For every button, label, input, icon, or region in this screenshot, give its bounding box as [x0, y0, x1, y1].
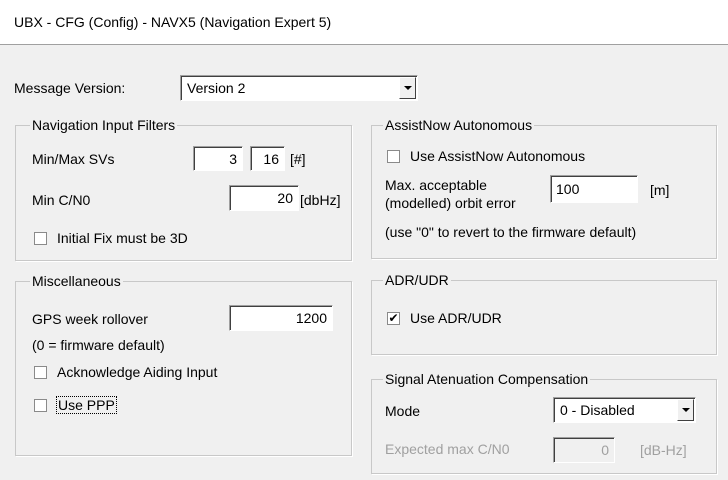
message-version-dropdown-button[interactable]	[399, 77, 416, 99]
use-ppp-label: Use PPP	[56, 396, 117, 414]
message-version-label: Message Version:	[14, 80, 126, 96]
min-cno-label: Min C/N0	[32, 192, 91, 208]
orbit-error-input[interactable]	[550, 175, 638, 203]
ack-aiding-checkbox[interactable]: Acknowledge Aiding Input	[34, 364, 217, 380]
expected-max-cno-input[interactable]	[553, 437, 615, 463]
message-version-select[interactable]: Version 2	[180, 75, 418, 101]
assistnow-note: (use "0" to revert to the firmware defau…	[385, 224, 637, 240]
use-assistnow-checkbox[interactable]: Use AssistNow Autonomous	[387, 148, 585, 164]
window-title: UBX - CFG (Config) - NAVX5 (Navigation E…	[14, 14, 332, 30]
ack-aiding-label: Acknowledge Aiding Input	[57, 364, 218, 380]
chevron-down-icon	[681, 408, 690, 412]
ack-aiding-check[interactable]	[34, 365, 47, 379]
mode-dropdown-button[interactable]	[677, 399, 694, 421]
chevron-down-icon	[403, 86, 412, 90]
use-assistnow-check[interactable]	[387, 149, 400, 163]
expected-max-cno-label: Expected max C/N0	[385, 441, 510, 457]
mode-select[interactable]: 0 - Disabled	[553, 397, 696, 423]
svs-unit: [#]	[290, 151, 306, 167]
orbit-error-unit: [m]	[650, 182, 670, 198]
use-ppp-check[interactable]	[34, 398, 47, 412]
min-max-svs-label: Min/Max SVs	[32, 151, 115, 167]
min-cno-unit: [dbHz]	[300, 192, 341, 208]
mode-value: 0 - Disabled	[560, 402, 635, 418]
signal-atten-group	[371, 379, 717, 474]
initial-fix-3d-label: Initial Fix must be 3D	[57, 230, 188, 246]
nav-filters-legend: Navigation Input Filters	[30, 117, 178, 133]
min-svs-input[interactable]	[193, 146, 243, 171]
assistnow-legend: AssistNow Autonomous	[383, 117, 535, 133]
min-cno-input[interactable]	[229, 185, 299, 211]
use-adr-checkbox[interactable]: ✔ Use ADR/UDR	[387, 310, 502, 326]
use-assistnow-label: Use AssistNow Autonomous	[410, 148, 586, 164]
week-rollover-input[interactable]	[229, 305, 333, 331]
week-rollover-label: GPS week rollover	[32, 311, 148, 327]
week-rollover-note: (0 = firmware default)	[32, 337, 165, 353]
orbit-error-label-line1: Max. acceptable	[385, 177, 487, 193]
expected-max-cno-unit: [dB-Hz]	[640, 442, 687, 458]
use-ppp-checkbox[interactable]: Use PPP	[34, 396, 117, 414]
initial-fix-3d-checkbox[interactable]: Initial Fix must be 3D	[34, 230, 188, 246]
mode-label: Mode	[385, 403, 421, 419]
orbit-error-label-line2: (modelled) orbit error	[385, 195, 516, 211]
misc-legend: Miscellaneous	[30, 273, 123, 289]
use-adr-label: Use ADR/UDR	[410, 310, 502, 326]
signal-atten-legend: Signal Atenuation Compensation	[383, 371, 591, 387]
use-adr-check[interactable]: ✔	[387, 311, 400, 325]
initial-fix-3d-check[interactable]	[34, 231, 47, 245]
message-version-value: Version 2	[187, 80, 246, 96]
max-svs-input[interactable]	[250, 146, 285, 171]
adr-legend: ADR/UDR	[383, 272, 451, 288]
